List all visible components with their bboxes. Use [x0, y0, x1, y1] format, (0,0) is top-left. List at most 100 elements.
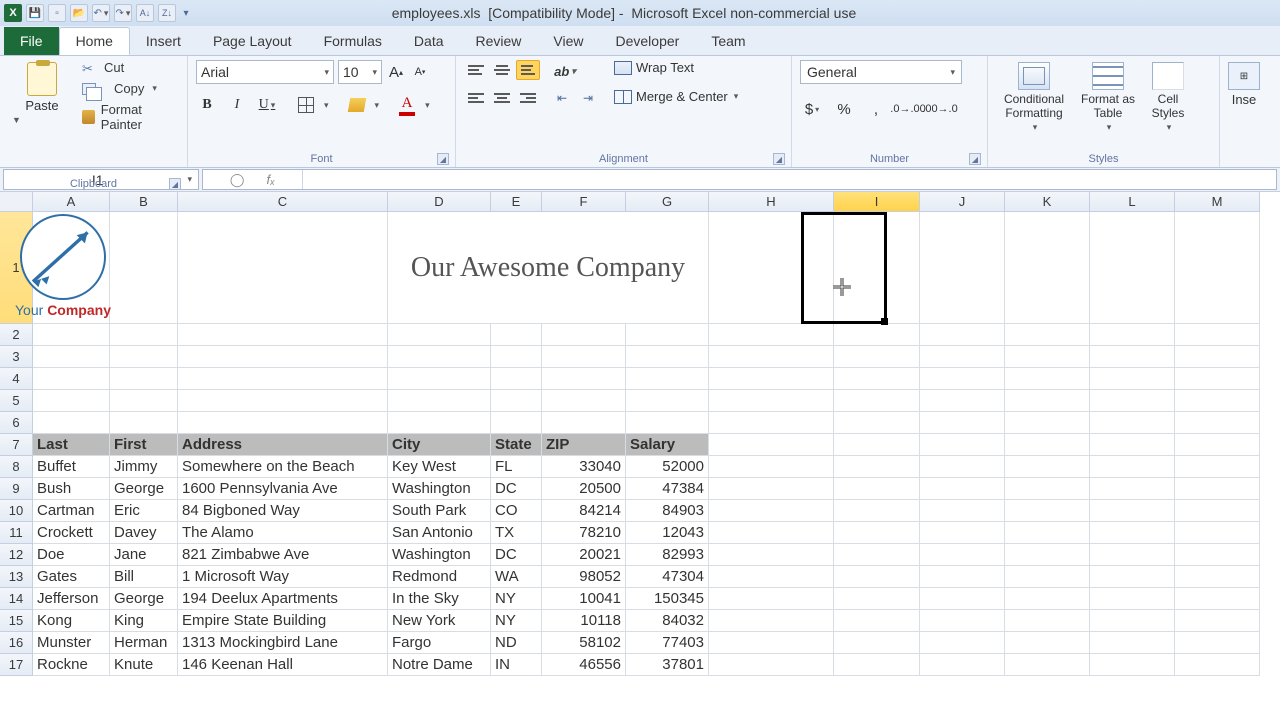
cell-G5[interactable]: [626, 390, 709, 412]
cell-J8[interactable]: [920, 456, 1005, 478]
select-all-corner[interactable]: [0, 192, 33, 212]
cell-C8[interactable]: Somewhere on the Beach: [178, 456, 388, 478]
borders-button[interactable]: [298, 97, 314, 113]
cell-K8[interactable]: [1005, 456, 1090, 478]
sort-asc-icon[interactable]: A↓: [136, 4, 154, 22]
cell-D11[interactable]: San Antonio: [388, 522, 491, 544]
row-header-2[interactable]: 2: [0, 324, 33, 346]
cell-L9[interactable]: [1090, 478, 1175, 500]
tab-file[interactable]: File: [4, 27, 59, 55]
cell-I9[interactable]: [834, 478, 920, 500]
cell-C2[interactable]: [178, 324, 388, 346]
fill-color-button[interactable]: [347, 98, 365, 112]
qat-customize-icon[interactable]: ▾: [180, 4, 192, 22]
cell-B17[interactable]: Knute: [110, 654, 178, 676]
row-header-17[interactable]: 17: [0, 654, 33, 676]
cell-K2[interactable]: [1005, 324, 1090, 346]
cell-H14[interactable]: [709, 588, 834, 610]
cell-C16[interactable]: 1313 Mockingbird Lane: [178, 632, 388, 654]
cell-K10[interactable]: [1005, 500, 1090, 522]
percent-button[interactable]: %: [832, 98, 856, 120]
tab-developer[interactable]: Developer: [600, 27, 696, 55]
cell-E3[interactable]: [491, 346, 542, 368]
cell-L3[interactable]: [1090, 346, 1175, 368]
merge-dropdown-icon[interactable]: ▾: [734, 91, 739, 102]
cell-C13[interactable]: 1 Microsoft Way: [178, 566, 388, 588]
italic-button[interactable]: I: [226, 94, 248, 116]
row-header-4[interactable]: 4: [0, 368, 33, 390]
cell-E2[interactable]: [491, 324, 542, 346]
orientation-button[interactable]: ab▾: [554, 60, 576, 82]
cell-K3[interactable]: [1005, 346, 1090, 368]
cell-H1[interactable]: [709, 212, 834, 324]
cell-E8[interactable]: FL: [491, 456, 542, 478]
tab-review[interactable]: Review: [460, 27, 538, 55]
cell-K12[interactable]: [1005, 544, 1090, 566]
tab-formulas[interactable]: Formulas: [308, 27, 398, 55]
row-header-6[interactable]: 6: [0, 412, 33, 434]
cell-B6[interactable]: [110, 412, 178, 434]
cell-C3[interactable]: [178, 346, 388, 368]
col-header-J[interactable]: J: [920, 192, 1005, 212]
clipboard-dialog-launcher-icon[interactable]: ◢: [169, 178, 181, 190]
cell-E17[interactable]: IN: [491, 654, 542, 676]
cell-M11[interactable]: [1175, 522, 1260, 544]
merge-center-button[interactable]: Merge & Center▾: [614, 89, 738, 104]
paste-dropdown-icon[interactable]: ▼: [12, 115, 72, 175]
increase-decimal-button[interactable]: .0→.00: [896, 98, 920, 120]
cell-L2[interactable]: [1090, 324, 1175, 346]
cell-D10[interactable]: South Park: [388, 500, 491, 522]
cell-E4[interactable]: [491, 368, 542, 390]
cell-H6[interactable]: [709, 412, 834, 434]
cell-E11[interactable]: TX: [491, 522, 542, 544]
cell-I1[interactable]: [834, 212, 920, 324]
cell-L14[interactable]: [1090, 588, 1175, 610]
cell-K7[interactable]: [1005, 434, 1090, 456]
cell-F4[interactable]: [542, 368, 626, 390]
cell-K15[interactable]: [1005, 610, 1090, 632]
cell-J5[interactable]: [920, 390, 1005, 412]
underline-button[interactable]: U▾: [256, 94, 278, 116]
cell-G8[interactable]: 52000: [626, 456, 709, 478]
cell-E14[interactable]: NY: [491, 588, 542, 610]
cell-I13[interactable]: [834, 566, 920, 588]
cell-J13[interactable]: [920, 566, 1005, 588]
cell-F9[interactable]: 20500: [542, 478, 626, 500]
shrink-font-button[interactable]: A▾: [410, 61, 430, 83]
cell-F17[interactable]: 46556: [542, 654, 626, 676]
cell-J6[interactable]: [920, 412, 1005, 434]
cell-M10[interactable]: [1175, 500, 1260, 522]
increase-indent-button[interactable]: ⇥: [576, 88, 600, 108]
cell-E13[interactable]: WA: [491, 566, 542, 588]
cell-L1[interactable]: [1090, 212, 1175, 324]
cell-L15[interactable]: [1090, 610, 1175, 632]
cell-C10[interactable]: 84 Bigboned Way: [178, 500, 388, 522]
cell-I17[interactable]: [834, 654, 920, 676]
cell-E5[interactable]: [491, 390, 542, 412]
cell-D16[interactable]: Fargo: [388, 632, 491, 654]
header-state[interactable]: State: [491, 434, 542, 456]
wrap-text-button[interactable]: Wrap Text: [614, 60, 738, 75]
cell-K13[interactable]: [1005, 566, 1090, 588]
cell-C11[interactable]: The Alamo: [178, 522, 388, 544]
align-right-button[interactable]: [516, 88, 540, 108]
cell-B15[interactable]: King: [110, 610, 178, 632]
cell-C4[interactable]: [178, 368, 388, 390]
accounting-format-button[interactable]: $▾: [800, 98, 824, 120]
cell-M1[interactable]: [1175, 212, 1260, 324]
cell-J2[interactable]: [920, 324, 1005, 346]
cell-F11[interactable]: 78210: [542, 522, 626, 544]
cells-area[interactable]: Our Awesome Company Last First Address C…: [33, 212, 1260, 676]
number-dialog-launcher-icon[interactable]: ◢: [969, 153, 981, 165]
row-header-9[interactable]: 9: [0, 478, 33, 500]
cell-B16[interactable]: Herman: [110, 632, 178, 654]
cell-H16[interactable]: [709, 632, 834, 654]
cell-G14[interactable]: 150345: [626, 588, 709, 610]
cell-A3[interactable]: [33, 346, 110, 368]
cell-J12[interactable]: [920, 544, 1005, 566]
bold-button[interactable]: B: [196, 94, 218, 116]
cell-J14[interactable]: [920, 588, 1005, 610]
cell-M15[interactable]: [1175, 610, 1260, 632]
cell-L8[interactable]: [1090, 456, 1175, 478]
row-header-13[interactable]: 13: [0, 566, 33, 588]
